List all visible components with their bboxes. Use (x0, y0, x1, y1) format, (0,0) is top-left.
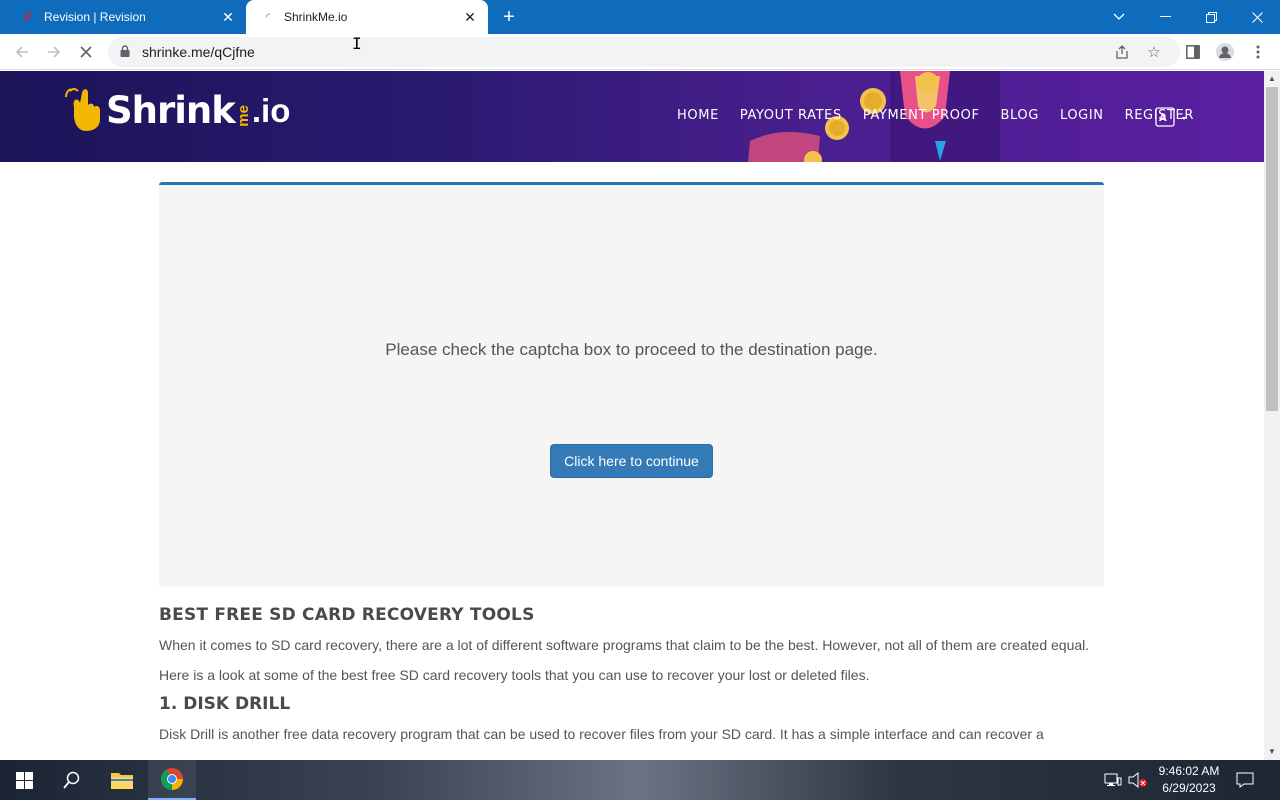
main-navigation: HOME PAYOUT RATES PAYMENT PROOF BLOG LOG… (656, 108, 1194, 123)
logo-text: Shrink (106, 89, 236, 132)
article-paragraph-partial: Disk Drill is another free data recovery… (159, 726, 1044, 742)
bookmark-star-icon[interactable]: ☆ (1144, 42, 1164, 62)
nav-login[interactable]: LOGIN (1060, 108, 1104, 123)
back-arrow-icon[interactable] (8, 38, 36, 66)
tab-title: Revision | Revision (44, 10, 146, 24)
svg-text:A: A (1159, 113, 1167, 124)
browser-toolbar: shrinke.me/qCjfne ☆ (0, 34, 1280, 70)
file-explorer-icon[interactable] (98, 760, 146, 800)
nav-payout-rates[interactable]: PAYOUT RATES (740, 108, 842, 123)
share-icon[interactable] (1112, 42, 1132, 62)
windows-start-icon[interactable] (0, 760, 48, 800)
site-header: Shrink me .io HOME PAYOUT RATES PAYMENT … (0, 71, 1264, 162)
page-scrollbar[interactable]: ▲ ▼ (1264, 71, 1280, 760)
scroll-up-arrow-icon[interactable]: ▲ (1264, 71, 1280, 87)
side-panel-icon[interactable] (1182, 41, 1204, 63)
browser-title-bar: ✗ Revision | Revision ✕ ◜ ShrinkMe.io ✕ … (0, 0, 1280, 34)
article-heading: BEST FREE SD CARD RECOVERY TOOLS (159, 605, 535, 625)
article-subheading: 1. DISK DRILL (159, 694, 291, 714)
address-bar[interactable]: shrinke.me/qCjfne ☆ (108, 37, 1180, 67)
close-tab-icon[interactable]: ✕ (460, 7, 480, 27)
article-paragraph: When it comes to SD card recovery, there… (159, 637, 1090, 653)
continue-button[interactable]: Click here to continue (550, 444, 713, 478)
logo-io-text: .io (251, 92, 291, 129)
article-paragraph: Here is a look at some of the best free … (159, 667, 870, 683)
nav-blog[interactable]: BLOG (1001, 108, 1039, 123)
volume-muted-icon[interactable] (1128, 760, 1148, 800)
lock-icon (120, 45, 130, 57)
tab-revision[interactable]: ✗ Revision | Revision ✕ (0, 0, 246, 34)
article-content: BEST FREE SD CARD RECOVERY TOOLS When it… (159, 605, 1104, 754)
page-viewport: Shrink me .io HOME PAYOUT RATES PAYMENT … (0, 71, 1264, 760)
revision-favicon-icon: ✗ (22, 9, 34, 24)
clock-time: 9:46:02 AM (1158, 764, 1220, 778)
url-text: shrinke.me/qCjfne (142, 44, 255, 60)
captcha-message: Please check the captcha box to proceed … (385, 340, 878, 359)
chrome-taskbar-icon[interactable] (148, 760, 196, 800)
loading-favicon-icon: ◜ (266, 11, 270, 23)
tab-shrinkme[interactable]: ◜ ShrinkMe.io ✕ (246, 0, 488, 34)
network-icon[interactable] (1104, 760, 1122, 800)
chrome-menu-icon[interactable] (1247, 41, 1269, 63)
restore-icon[interactable] (1188, 0, 1234, 34)
captcha-panel: Please check the captcha box to proceed … (159, 182, 1104, 587)
scroll-down-arrow-icon[interactable]: ▼ (1264, 744, 1280, 760)
close-tab-icon[interactable]: ✕ (218, 7, 238, 27)
forward-arrow-icon[interactable] (40, 38, 68, 66)
text-cursor-icon: I (352, 34, 362, 53)
tab-search-chevron-icon[interactable] (1096, 0, 1142, 34)
profile-avatar-icon[interactable] (1214, 41, 1236, 63)
search-icon[interactable] (48, 760, 96, 800)
shrinkme-logo[interactable]: Shrink me .io (64, 83, 290, 133)
close-window-icon[interactable] (1234, 0, 1280, 34)
notifications-icon[interactable] (1236, 760, 1254, 800)
tab-title: ShrinkMe.io (284, 10, 348, 24)
stop-loading-icon[interactable] (72, 38, 100, 66)
nav-payment-proof[interactable]: PAYMENT PROOF (863, 108, 980, 123)
scrollbar-thumb[interactable] (1266, 87, 1278, 411)
nav-home[interactable]: HOME (677, 108, 719, 123)
logo-me-text: me (234, 105, 252, 127)
minimize-icon[interactable] (1142, 0, 1188, 34)
system-clock[interactable]: 9:46:02 AM 6/29/2023 (1150, 763, 1228, 797)
clock-date: 6/29/2023 (1162, 781, 1216, 795)
new-tab-plus-icon[interactable]: + (498, 6, 520, 28)
language-selector[interactable]: A (1155, 107, 1189, 129)
pointing-hand-icon (65, 88, 100, 131)
translate-icon: A (1155, 107, 1186, 127)
windows-taskbar: 9:46:02 AM 6/29/2023 (0, 760, 1280, 800)
